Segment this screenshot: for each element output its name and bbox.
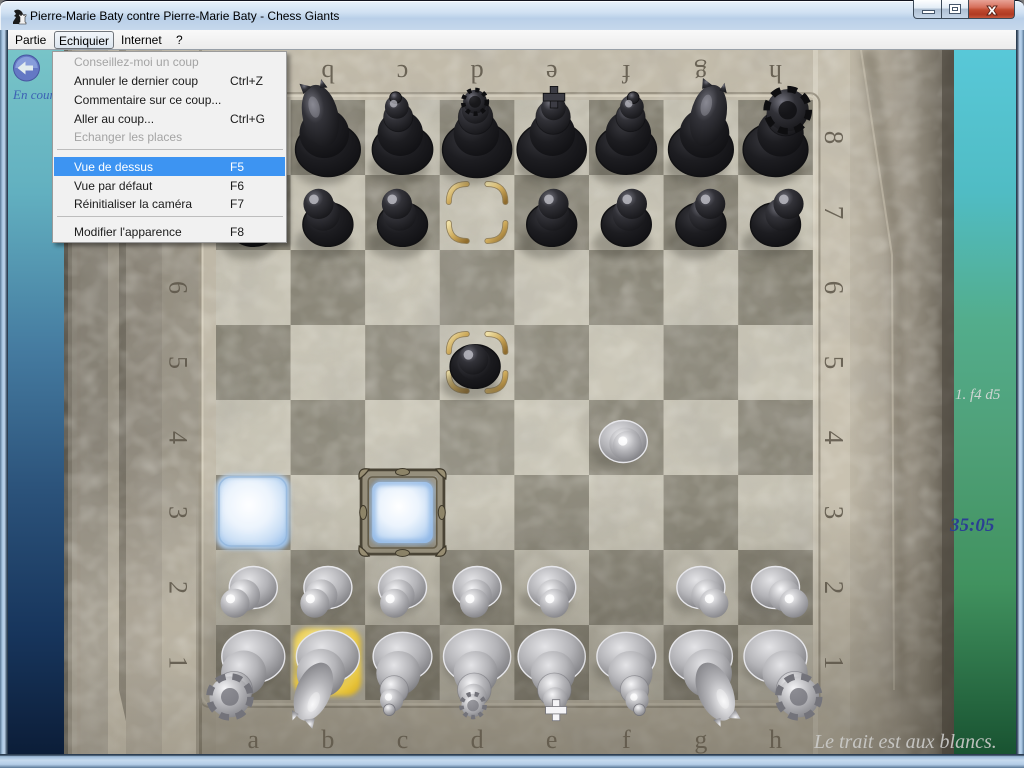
svg-text:d: d — [471, 725, 484, 754]
svg-text:35:05: 35:05 — [949, 515, 995, 536]
svg-text:4: 4 — [164, 431, 193, 444]
svg-text:8: 8 — [819, 131, 849, 145]
svg-text:3: 3 — [819, 506, 849, 520]
svg-text:c: c — [397, 59, 409, 88]
svg-text:1: 1 — [819, 656, 849, 670]
svg-text:f: f — [622, 59, 631, 88]
svg-text:b: b — [321, 725, 334, 754]
svg-text:e: e — [546, 725, 558, 754]
svg-text:a: a — [248, 725, 260, 754]
svg-text:c: c — [397, 725, 409, 754]
svg-text:f: f — [622, 725, 631, 754]
svg-text:g: g — [694, 725, 707, 754]
svg-text:1: 1 — [164, 656, 193, 669]
svg-text:5: 5 — [819, 356, 849, 370]
svg-text:6: 6 — [164, 281, 193, 294]
svg-text:1. f4 d5: 1. f4 d5 — [955, 387, 1001, 403]
svg-text:2: 2 — [164, 581, 193, 594]
svg-text:e: e — [546, 59, 558, 88]
svg-text:5: 5 — [164, 356, 193, 369]
svg-text:4: 4 — [819, 431, 849, 445]
svg-text:d: d — [471, 59, 484, 88]
svg-text:7: 7 — [819, 206, 849, 220]
svg-text:2: 2 — [819, 581, 849, 595]
svg-text:6: 6 — [819, 281, 849, 295]
svg-text:h: h — [769, 725, 782, 754]
svg-text:h: h — [769, 59, 782, 88]
svg-text:3: 3 — [164, 506, 193, 519]
svg-text:Le trait est aux blancs.: Le trait est aux blancs. — [813, 731, 997, 753]
